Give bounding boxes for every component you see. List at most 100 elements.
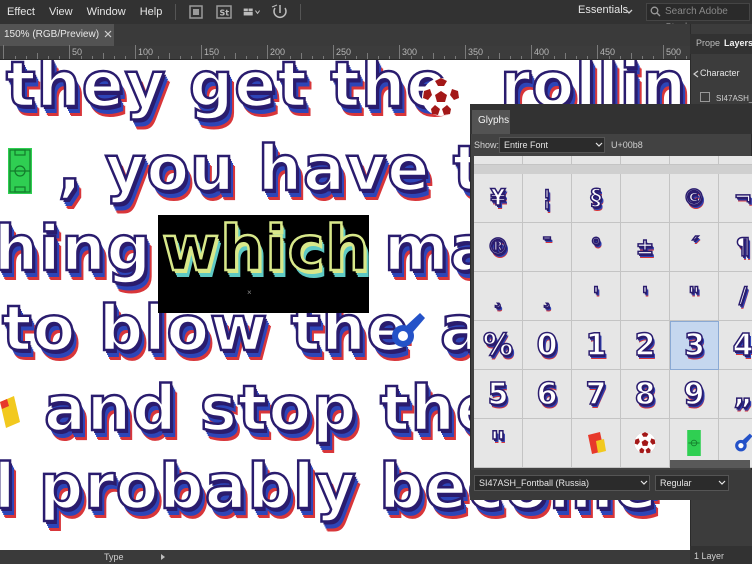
- ruler-tick: [663, 45, 664, 59]
- ruler-tick: [224, 56, 225, 59]
- glyph-cell[interactable]: ¯: [523, 223, 572, 272]
- glyph-cell[interactable]: ": [621, 156, 670, 165]
- menu-effect[interactable]: Effect: [0, 0, 42, 24]
- glyph-cell[interactable]: °: [572, 223, 621, 272]
- ruler-tick: [114, 56, 115, 59]
- glyph-cell[interactable]: ¸: [523, 272, 572, 321]
- current-tool-label[interactable]: Type: [104, 552, 124, 562]
- tab-properties[interactable]: Prope: [696, 38, 720, 48]
- chevron-down-icon[interactable]: [624, 5, 634, 19]
- soccer-ball-icon[interactable]: [420, 76, 462, 118]
- text-line[interactable]: they get the: [5, 60, 450, 122]
- glyph-cell[interactable]: [621, 174, 670, 223]
- glyph-cell[interactable]: §: [572, 156, 621, 165]
- glyph-cell[interactable]: 0: [523, 321, 572, 370]
- show-label: Show:: [474, 140, 500, 150]
- ruler-tick: [576, 56, 577, 59]
- text-line[interactable]: hing: [0, 211, 152, 287]
- ruler-tick: [554, 56, 555, 59]
- glyph-cell[interactable]: ¬: [719, 156, 752, 165]
- glyph-cell[interactable]: 8: [621, 370, 670, 419]
- ruler-tick: [201, 45, 202, 59]
- glyph-cell[interactable]: ¶: [719, 223, 752, 272]
- selected-word[interactable]: which: [161, 211, 371, 287]
- glyph-cell-selected[interactable]: 3: [670, 321, 719, 370]
- glyph-cell[interactable]: ±: [621, 223, 670, 272]
- show-filter-select[interactable]: Entire Font: [499, 137, 605, 153]
- glyph-cell[interactable]: 9: [670, 370, 719, 419]
- character-swatch[interactable]: [700, 92, 710, 102]
- glyph-cell[interactable]: 4: [719, 321, 752, 370]
- glyph-cell[interactable]: ': [621, 272, 670, 321]
- text-line[interactable]: , you have to: [57, 131, 528, 207]
- close-icon[interactable]: [104, 30, 112, 38]
- glyph-cell[interactable]: ¸: [474, 272, 523, 321]
- glyph-cell[interactable]: ©: [670, 156, 719, 165]
- ruler-label: 200: [270, 47, 286, 57]
- glyph-cell[interactable]: ¥: [474, 174, 523, 223]
- character-panel-header[interactable]: Character: [700, 68, 740, 78]
- glyph-font-select[interactable]: SI47ASH_Fontball (Russia): [474, 475, 650, 491]
- glyph-cell[interactable]: [474, 156, 523, 165]
- ruler-label: 50: [72, 47, 83, 57]
- menu-window[interactable]: Window: [80, 0, 133, 24]
- chevron-down-icon[interactable]: [718, 479, 726, 487]
- glyph-cell[interactable]: /: [719, 272, 752, 321]
- glyph-cell-soccer-ball[interactable]: [621, 419, 670, 468]
- glyph-cell[interactable]: ": [670, 272, 719, 321]
- yellow-card-icon[interactable]: [0, 396, 20, 428]
- glyph-cell[interactable]: 2: [621, 321, 670, 370]
- glyph-grid-scrollbar[interactable]: [670, 460, 750, 468]
- ruler-label: 100: [138, 47, 154, 57]
- glyph-cell[interactable]: ©: [670, 174, 719, 223]
- workspace-switcher[interactable]: Essentials: [578, 4, 628, 16]
- glyph-cell[interactable]: „: [719, 370, 752, 419]
- soccer-field-icon[interactable]: [8, 148, 32, 194]
- glyph-cell[interactable]: ´: [670, 223, 719, 272]
- ruler-tick: [37, 53, 38, 59]
- ruler-tick: [169, 53, 170, 59]
- ruler-label: 500: [666, 47, 682, 57]
- ruler-tick: [15, 56, 16, 59]
- character-font-name[interactable]: SI47ASH_F: [716, 94, 752, 103]
- panel-collapse-icon[interactable]: [692, 70, 700, 78]
- menu-view[interactable]: View: [42, 0, 80, 24]
- chevron-right-icon[interactable]: [160, 554, 166, 560]
- whistle-icon[interactable]: [386, 310, 428, 352]
- ruler-tick: [642, 56, 643, 59]
- glyph-cell[interactable]: §: [572, 174, 621, 223]
- glyph-cell[interactable]: ": [474, 419, 523, 468]
- text-line[interactable]: and stop the: [43, 371, 499, 447]
- glyph-cell[interactable]: 6: [523, 370, 572, 419]
- glyph-cell[interactable]: [523, 419, 572, 468]
- glyph-cell[interactable]: ¬: [719, 174, 752, 223]
- chevron-down-icon[interactable]: [640, 479, 648, 487]
- chevron-down-icon[interactable]: [595, 141, 603, 149]
- glyph-cell[interactable]: %: [474, 321, 523, 370]
- gpu-performance-icon[interactable]: [271, 4, 289, 20]
- menu-separator: [300, 4, 302, 20]
- stock-icon[interactable]: St: [215, 4, 233, 20]
- red-card-icon: [588, 432, 606, 454]
- adobe-stock-search-input[interactable]: Search Adobe Stock: [646, 3, 750, 33]
- glyph-cell[interactable]: ': [572, 272, 621, 321]
- glyph-cell[interactable]: 5: [474, 370, 523, 419]
- document-tab[interactable]: 150% (RGB/Preview): [0, 24, 114, 46]
- glyph-cell[interactable]: ¦: [523, 174, 572, 223]
- glyph-cell-yellow-card[interactable]: [572, 419, 621, 468]
- menu-help[interactable]: Help: [133, 0, 170, 24]
- ruler-tick: [3, 45, 4, 59]
- glyph-cell[interactable]: 7: [572, 370, 621, 419]
- glyph-cell[interactable]: ¦: [523, 156, 572, 165]
- glyphs-panel-tab[interactable]: Glyphs: [472, 110, 510, 134]
- glyph-cell[interactable]: 1: [572, 321, 621, 370]
- ruler-tick: [455, 56, 456, 59]
- selection-center-mark: ×: [247, 288, 252, 297]
- bridge-icon[interactable]: [187, 4, 205, 20]
- tab-layers[interactable]: Layers: [724, 38, 752, 48]
- horizontal-ruler[interactable]: 50 100 150 200 250 300 350 400 450 500: [0, 45, 720, 60]
- ruler-tick: [257, 56, 258, 59]
- ruler-tick: [59, 56, 60, 59]
- arrange-documents-icon[interactable]: [243, 4, 261, 20]
- glyph-cell[interactable]: ®: [474, 223, 523, 272]
